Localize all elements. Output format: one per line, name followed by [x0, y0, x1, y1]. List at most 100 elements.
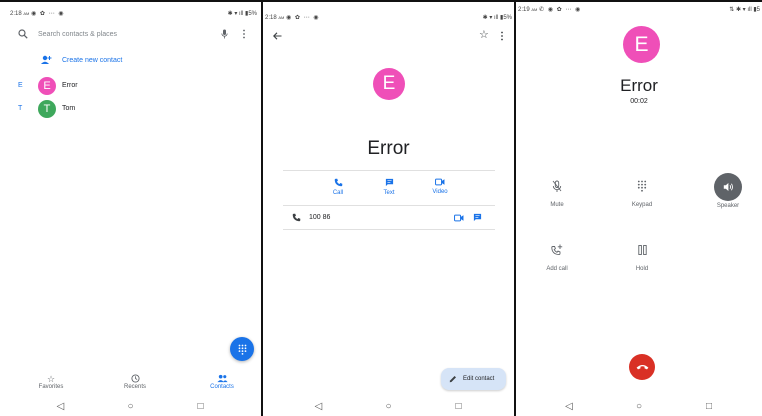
avatar: E — [38, 77, 56, 95]
caller-name: Error — [620, 76, 658, 95]
divider — [283, 205, 495, 206]
status-ampm: AM — [278, 15, 285, 20]
phone-icon — [292, 213, 301, 222]
tab-recents[interactable]: Recents — [120, 374, 150, 390]
action-label: Call — [332, 190, 344, 196]
recents-button[interactable]: □ — [703, 401, 715, 412]
battery-level: 5% — [503, 15, 512, 21]
status-icons: ✱ ▾ ıll ▮5% — [227, 11, 257, 17]
speaker-button[interactable]: Speaker — [711, 173, 745, 209]
section-letter-e: E — [18, 82, 23, 89]
contact-row-tom[interactable]: T T Tom — [0, 99, 261, 119]
star-icon: ☆ — [46, 374, 56, 384]
phone-icon — [334, 178, 342, 187]
bottom-tabs: ☆ Favorites Recents Contacts — [0, 374, 261, 396]
section-letter-t: T — [18, 105, 23, 112]
status-ampm: AM — [531, 7, 538, 12]
more-options-icon[interactable] — [242, 29, 246, 39]
text-action[interactable]: Text — [378, 178, 400, 196]
control-label: Add call — [546, 266, 568, 272]
back-button[interactable]: ◁ — [55, 401, 67, 412]
create-new-contact-label: Create new contact — [62, 56, 123, 64]
more-options-icon[interactable] — [500, 31, 504, 41]
clock-icon — [130, 374, 140, 383]
action-label: Text — [383, 190, 395, 196]
contact-detail-screen: 2:18 AM ◉ ✿ ⋯ ◉ ✱ ▾ ıll ▮5% ☆ E Error Ca… — [263, 2, 514, 416]
status-bar: 2:18 AM ◉ ✿ ⋯ ◉ — [10, 11, 65, 17]
control-label: Keypad — [631, 202, 653, 208]
add-person-icon — [41, 55, 52, 64]
tab-contacts[interactable]: Contacts — [205, 374, 239, 390]
video-action[interactable]: Video — [429, 178, 451, 195]
search-input[interactable]: Search contacts & places — [38, 31, 117, 38]
tab-label: Recents — [123, 384, 146, 390]
phone-number-row[interactable]: 100 86 — [283, 208, 495, 228]
contact-name: Error — [62, 82, 78, 89]
tab-label: Contacts — [210, 384, 234, 390]
tab-favorites[interactable]: ☆ Favorites — [36, 374, 66, 390]
hang-up-icon — [636, 365, 648, 370]
contacts-screen: 2:18 AM ◉ ✿ ⋯ ◉ ✱ ▾ ıll ▮5% Search conta… — [0, 2, 261, 416]
status-time: 2:18 — [10, 11, 22, 17]
edit-contact-button[interactable]: Edit contact — [441, 368, 506, 390]
back-button[interactable]: ◁ — [313, 401, 325, 412]
contact-name: Tom — [62, 105, 76, 112]
recents-button[interactable]: □ — [195, 401, 207, 412]
mute-button[interactable]: Mute — [540, 180, 574, 208]
home-button[interactable]: ○ — [383, 401, 395, 412]
search-icon — [18, 29, 28, 39]
control-label: Hold — [635, 266, 649, 272]
home-button[interactable]: ○ — [633, 401, 645, 412]
video-call-icon[interactable] — [454, 214, 464, 222]
back-button[interactable]: ◁ — [563, 401, 575, 412]
edit-contact-label: Edit contact — [463, 376, 495, 382]
divider — [283, 170, 495, 171]
favorite-star-icon[interactable]: ☆ — [479, 28, 489, 41]
dialpad-icon — [637, 180, 647, 192]
caller-avatar: E — [623, 26, 660, 63]
avatar: T — [38, 100, 56, 118]
system-nav-bar: ◁ ○ □ — [516, 396, 762, 416]
system-nav-bar: ◁ ○ □ — [263, 396, 514, 416]
dialpad-fab[interactable] — [230, 337, 254, 361]
keypad-button[interactable]: Keypad — [625, 180, 659, 208]
home-button[interactable]: ○ — [125, 401, 137, 412]
phone-number: 100 86 — [309, 214, 331, 221]
control-label: Mute — [550, 202, 564, 208]
contact-name: Error — [367, 138, 410, 159]
search-bar[interactable]: Search contacts & places — [18, 24, 250, 44]
call-timer: 00:02 — [630, 98, 648, 105]
battery-level: 5% — [248, 11, 257, 17]
status-bar: 2:19 AM ✆ ◉ ✿ ⋯ ◉ — [518, 7, 582, 13]
end-call-button[interactable] — [629, 354, 655, 380]
hold-button[interactable]: Hold — [625, 244, 659, 272]
mic-icon[interactable] — [221, 29, 228, 39]
dialpad-icon — [238, 344, 246, 355]
divider — [283, 229, 495, 230]
status-bar: 2:18 AM ◉ ✿ ⋯ ◉ — [265, 15, 320, 21]
system-nav-bar: ◁ ○ □ — [0, 396, 261, 416]
tab-label: Favorites — [38, 384, 64, 390]
in-call-screen: 2:19 AM ✆ ◉ ✿ ⋯ ◉ ⇅ ✱ ▾ ıll ▮5 E Error 0… — [516, 2, 762, 416]
add-call-button[interactable]: Add call — [540, 244, 574, 272]
status-icons: ✱ ▾ ıll ▮5% — [482, 15, 512, 21]
video-icon — [435, 178, 445, 186]
mic-off-icon — [552, 180, 562, 192]
control-label: Speaker — [716, 203, 740, 209]
contact-row-error[interactable]: E E Error — [0, 76, 261, 96]
call-action[interactable]: Call — [327, 178, 349, 196]
speaker-active-circle — [714, 173, 742, 201]
recents-button[interactable]: □ — [453, 401, 465, 412]
status-ampm: AM — [23, 11, 30, 16]
create-new-contact-row[interactable]: Create new contact — [40, 55, 122, 65]
battery-level: 5 — [756, 7, 760, 13]
back-arrow-icon[interactable] — [273, 32, 282, 40]
status-icons: ⇅ ✱ ▾ ıll ▮5 — [729, 7, 760, 13]
people-icon — [216, 374, 228, 383]
pause-icon — [637, 245, 647, 255]
action-row: Call Text Video — [283, 172, 495, 204]
message-icon[interactable] — [473, 213, 482, 222]
status-time: 2:19 — [518, 7, 530, 13]
speaker-icon — [723, 183, 733, 191]
pencil-icon — [449, 376, 456, 383]
